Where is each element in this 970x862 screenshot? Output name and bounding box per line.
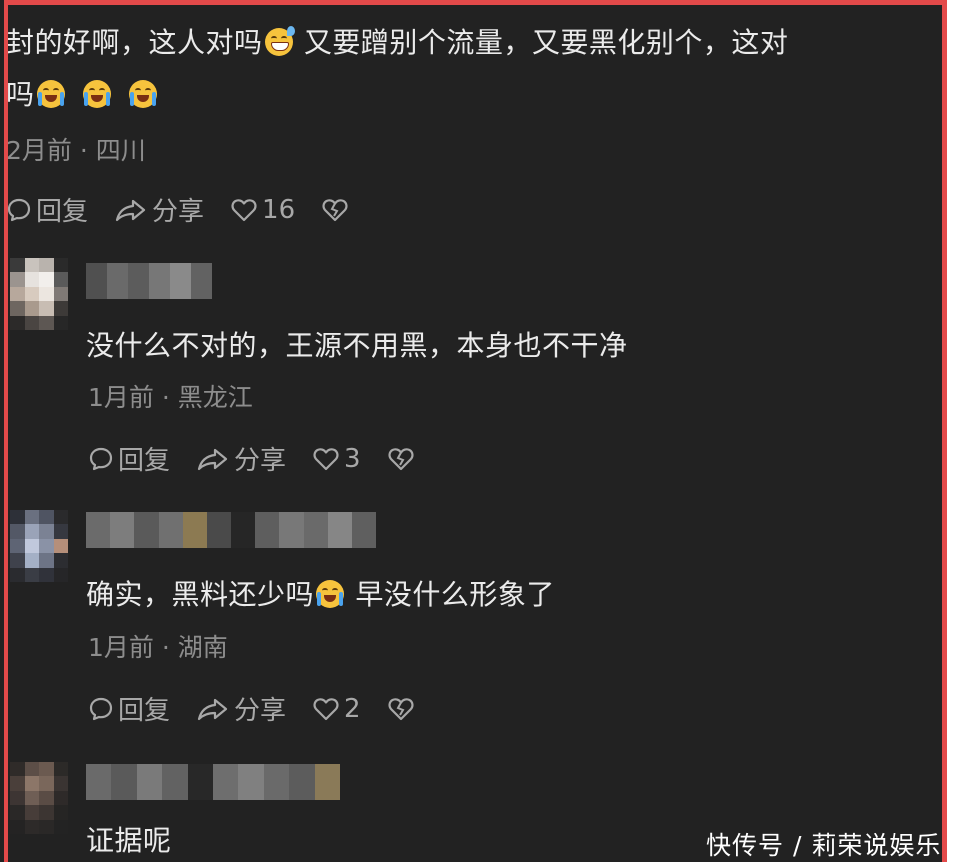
broken-heart-icon	[322, 198, 348, 221]
crying-emoji-icon	[128, 80, 157, 108]
crying-emoji-icon	[316, 580, 345, 608]
dislike-button[interactable]	[387, 696, 419, 722]
heart-outline-icon	[231, 198, 257, 221]
comment-text: 没什么不对的，王源不用黑，本身也不干净	[86, 329, 628, 362]
comment-thread: 封的好啊，这人对吗 又要蹭别个流量，又要黑化别个，这对 吗 2月前 · 四川 回…	[0, 0, 944, 862]
comment-bubble-icon	[89, 447, 113, 470]
reply-button[interactable]: 回复	[88, 690, 170, 727]
share-arrow-icon	[197, 698, 228, 720]
reply-label: 回复	[36, 197, 89, 227]
grinning-sweat-emoji-icon	[264, 26, 295, 56]
username-blurred[interactable]	[86, 263, 212, 299]
reply-button[interactable]: 回复	[88, 440, 170, 477]
share-button[interactable]: 分享	[196, 690, 286, 727]
avatar[interactable]	[10, 762, 68, 834]
like-count: 16	[262, 194, 296, 225]
crying-emoji-icon	[36, 80, 65, 108]
dislike-button[interactable]	[387, 446, 419, 472]
share-button[interactable]: 分享	[196, 440, 286, 477]
like-button[interactable]: 3	[312, 444, 361, 474]
like-button[interactable]: 2	[312, 694, 361, 724]
comment-text: 证据呢	[86, 824, 172, 857]
share-arrow-icon	[115, 199, 146, 221]
reply-label: 回复	[118, 446, 171, 476]
share-label: 分享	[234, 696, 287, 726]
comment-bubble-icon	[89, 697, 113, 720]
comment-text-part: 早没什么形象了	[355, 578, 555, 611]
dislike-button[interactable]	[321, 197, 353, 223]
highlight-border-left	[4, 0, 8, 862]
heart-outline-icon	[313, 697, 339, 720]
highlight-border-right	[942, 0, 947, 862]
crying-emoji-icon	[82, 80, 111, 108]
share-label: 分享	[234, 446, 287, 476]
like-count: 2	[344, 693, 361, 724]
share-button[interactable]: 分享	[114, 191, 204, 228]
like-count: 3	[344, 443, 361, 474]
comment-text-part: 封的好啊，这人对吗	[6, 26, 263, 59]
username-blurred[interactable]	[86, 764, 340, 800]
watermark: 快传号 / 莉荣说娱乐	[706, 831, 942, 860]
username-blurred[interactable]	[86, 512, 376, 548]
comment-text: 确实，黑料还少吗 早没什么形象了	[86, 569, 555, 621]
comment-actions: 回复 分享 3	[88, 440, 445, 477]
share-label: 分享	[152, 197, 205, 227]
comment-actions: 回复 分享 16	[6, 191, 379, 228]
highlight-border-top	[4, 0, 947, 5]
avatar[interactable]	[10, 258, 68, 330]
comment-bubble-icon	[7, 198, 31, 221]
avatar[interactable]	[10, 510, 68, 582]
broken-heart-icon	[388, 447, 414, 470]
comment-meta: 1月前 · 湖南	[88, 633, 228, 662]
comment-text-part: 确实，黑料还少吗	[86, 578, 315, 611]
share-arrow-icon	[197, 448, 228, 470]
comment-meta: 1月前 · 黑龙江	[88, 383, 253, 412]
broken-heart-icon	[388, 697, 414, 720]
comment-text-line2: 吗	[6, 69, 159, 121]
comment-meta: 2月前 · 四川	[6, 136, 146, 165]
reply-button[interactable]: 回复	[6, 191, 88, 228]
comment-text: 封的好啊，这人对吗 又要蹭别个流量，又要黑化别个，这对	[6, 17, 788, 69]
comment-text-part: 又要蹭别个流量，又要黑化别个，这对	[303, 26, 789, 59]
comment-actions: 回复 分享 2	[88, 690, 445, 727]
reply-label: 回复	[118, 696, 171, 726]
comment-text-part: 吗	[6, 78, 35, 111]
like-button[interactable]: 16	[230, 195, 295, 225]
heart-outline-icon	[313, 447, 339, 470]
